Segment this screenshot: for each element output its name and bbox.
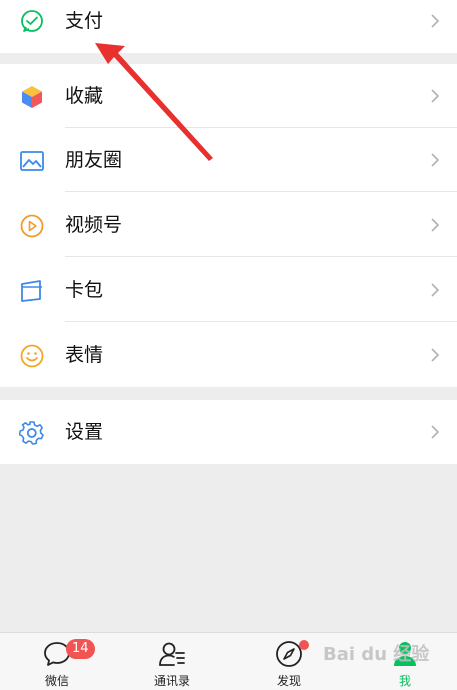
menu-item-settings[interactable]: 设置: [0, 400, 457, 464]
features-group: 收藏 朋友圈 视频号 卡包 表情: [0, 64, 457, 387]
sticker-smile-icon: [20, 344, 44, 368]
menu-item-cards[interactable]: 卡包: [0, 258, 457, 322]
tab-chats[interactable]: 14 微信: [12, 633, 102, 690]
favorites-cube-icon: [22, 86, 42, 108]
menu-item-settings-label: 设置: [65, 421, 104, 443]
new-moments-dot: [299, 640, 309, 650]
chevron-right-icon: [431, 14, 440, 28]
contacts-icon: [159, 642, 185, 666]
chevron-right-icon: [431, 425, 440, 439]
menu-item-favorites[interactable]: 收藏: [0, 64, 457, 128]
menu-item-channels-label: 视频号: [65, 214, 123, 236]
chevron-right-icon: [431, 348, 440, 362]
menu-item-favorites-label: 收藏: [65, 85, 104, 107]
menu-item-moments[interactable]: 朋友圈: [0, 128, 457, 192]
tab-discover[interactable]: 发现: [244, 633, 334, 690]
menu-item-moments-label: 朋友圈: [65, 149, 123, 171]
tab-chats-label: 微信: [44, 674, 69, 688]
chevron-right-icon: [431, 153, 440, 167]
row-divider: [65, 256, 457, 257]
moments-image-icon: [20, 151, 44, 171]
chevron-right-icon: [431, 89, 440, 103]
chevron-right-icon: [431, 218, 440, 232]
pay-group: 支付: [0, 0, 457, 53]
unread-badge: 14: [66, 639, 95, 659]
tab-contacts[interactable]: 通讯录: [127, 633, 217, 690]
tab-discover-label: 发现: [276, 674, 301, 688]
menu-item-channels[interactable]: 视频号: [0, 193, 457, 257]
row-divider: [65, 321, 457, 322]
settings-group: 设置: [0, 400, 457, 464]
menu-item-cards-label: 卡包: [65, 279, 104, 301]
baidu-watermark: Bai du 经验: [323, 644, 430, 665]
gear-icon: [19, 421, 44, 445]
chevron-right-icon: [431, 283, 440, 297]
menu-item-pay-label: 支付: [65, 10, 104, 32]
menu-item-stickers[interactable]: 表情: [0, 323, 457, 387]
menu-item-stickers-label: 表情: [65, 344, 104, 366]
card-wallet-icon: [21, 280, 42, 302]
menu-item-pay[interactable]: 支付: [0, 0, 457, 53]
row-divider: [65, 191, 457, 192]
tab-contacts-label: 通讯录: [153, 674, 190, 688]
wechat-pay-icon: [21, 10, 43, 32]
channels-play-icon: [20, 214, 44, 238]
